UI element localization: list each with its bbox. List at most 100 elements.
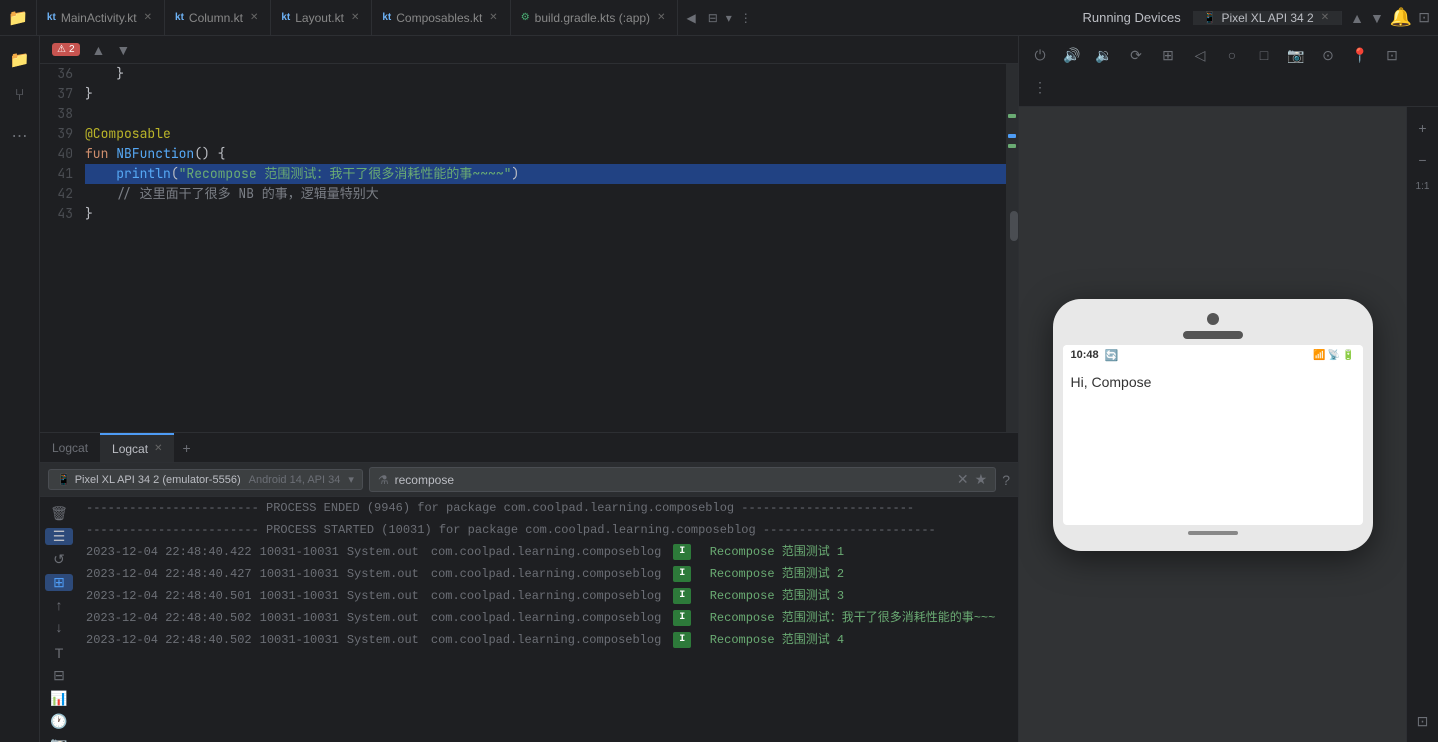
log-process-2: 10031-10031 [260,564,339,584]
project-icon[interactable]: 📁 [0,0,37,35]
phone-status-bar: 10:48 🔄 📶 📡 🔋 [1063,345,1363,366]
tab-column-close[interactable]: ✕ [248,11,260,24]
rotate-button[interactable]: ⟳ [1123,42,1149,68]
home-button[interactable]: ○ [1219,42,1245,68]
bottom-tab-logcat-1[interactable]: Logcat [40,433,100,462]
zoom-out-button[interactable]: − [1410,147,1436,173]
code-line-38: 38 [40,104,1006,124]
tab-main-activity[interactable]: kt MainActivity.kt ✕ [37,0,165,35]
line-num-42: 42 [40,184,85,204]
kt-icon-column: kt [175,12,184,23]
tab-main-activity-close[interactable]: ✕ [142,11,154,24]
sidebar-item-project[interactable]: 📁 [4,44,36,76]
bottom-tab-logcat-2[interactable]: Logcat ✕ [100,433,174,462]
tab-build-gradle[interactable]: ⚙ build.gradle.kts (:app) ✕ [511,0,679,35]
battery-icon: 🔋 [1342,350,1354,361]
expand-icon[interactable]: ⊡ [1418,9,1430,26]
location-button[interactable]: 📍 [1347,42,1373,68]
log-level-3: I [673,588,691,604]
logcat-scroll-down-button[interactable]: ↓ [45,619,73,635]
back-button[interactable]: ◁ [1187,42,1213,68]
signal-icon: 📡 [1328,350,1340,361]
phone-top [1063,309,1363,331]
pixel-icon: 📱 [1203,11,1217,24]
pixel-tab-close[interactable]: ✕ [1319,11,1331,24]
notifications-icon[interactable]: 🔔 [1390,7,1412,28]
device-select[interactable]: 📱 Pixel XL API 34 2 (emulator-5556) Andr… [48,469,363,490]
split-down-button[interactable]: ▾ [722,0,736,35]
screenshot-button[interactable]: 📷 [1283,42,1309,68]
log-pkg-2: com.coolpad.learning.composeblog [431,564,661,584]
logcat-lines[interactable]: ------------------------ PROCESS ENDED (… [78,497,1018,742]
logcat-list-view-button[interactable]: ☰ [45,528,73,545]
log-tag-2: System.out [347,564,419,584]
log-level-1: I [673,544,691,560]
chevron-up-icon[interactable]: ▲ [1350,10,1364,26]
sidebar-item-more[interactable]: ⋯ [4,120,36,152]
code-editor[interactable]: 36 } 37 } 38 39 @Composable [40,64,1006,432]
scrollbar-thumb [1010,211,1018,241]
logcat-scroll-up-button[interactable]: ↑ [45,597,73,613]
volume-up-button[interactable]: 🔊 [1059,42,1085,68]
filter-clear-button[interactable]: ✕ [957,471,969,488]
more-device-options[interactable]: ⋮ [1027,74,1053,100]
split-view-button[interactable]: ⊟ [704,0,722,35]
logcat-history-button[interactable]: 🕐 [45,713,73,730]
log-timestamp-5: 2023-12-04 22:48:40.502 [86,630,252,650]
line-num-39: 39 [40,124,85,144]
log-process-3: 10031-10031 [260,586,339,606]
gradle-icon: ⚙ [521,12,530,23]
line-num-38: 38 [40,104,85,124]
filter-help-button[interactable]: ? [1002,472,1010,488]
tab-column[interactable]: kt Column.kt ✕ [165,0,271,35]
kt-icon: kt [47,12,56,23]
device-display[interactable]: 10:48 🔄 📶 📡 🔋 Hi, Compose [1019,107,1406,742]
logcat-text-button[interactable]: T [45,645,73,661]
nav-down-button[interactable]: ▼ [112,40,134,60]
logcat-tab-close[interactable]: ✕ [154,443,162,454]
logcat-columns-button[interactable]: ⊟ [45,667,73,684]
tab-layout[interactable]: kt Layout.kt ✕ [271,0,372,35]
tab-gradle-close[interactable]: ✕ [655,11,667,24]
zoom-in-button[interactable]: + [1410,115,1436,141]
screen-split-button[interactable]: ⊞ [1155,42,1181,68]
nav-up-button[interactable]: ▲ [88,40,110,60]
top-right-area: Running Devices 📱 Pixel XL API 34 2 ✕ ▲ … [1070,7,1438,28]
power-button[interactable]: ⏻ [1027,42,1053,68]
phone-content: Hi, Compose [1063,366,1363,398]
logcat-restart-button[interactable]: ↺ [45,551,73,568]
device-sidebar-expand-button[interactable]: ⊡ [1410,708,1436,734]
add-logcat-button[interactable]: + [174,440,198,456]
logcat-filter-button[interactable]: ⊞ [45,574,73,591]
running-devices-label: Running Devices [1082,10,1180,25]
pixel-tab[interactable]: 📱 Pixel XL API 34 2 ✕ [1193,11,1342,25]
logcat-screenshot-button[interactable]: 📷 [45,736,73,742]
logcat-analytics-button[interactable]: 📊 [45,690,73,707]
collapse-editor-button[interactable]: ◀ [678,0,703,35]
tab-composables-close[interactable]: ✕ [487,11,499,24]
tab-column-label: Column.kt [189,11,243,25]
expand-device-button[interactable]: ⊡ [1379,42,1405,68]
tab-composables[interactable]: kt Composables.kt ✕ [372,0,510,35]
volume-down-button[interactable]: 🔉 [1091,42,1117,68]
sidebar-item-vcs[interactable]: ⑂ [4,80,36,112]
zoom-level: 1:1 [1416,181,1430,192]
recent-button[interactable]: □ [1251,42,1277,68]
filter-star-button[interactable]: ★ [975,471,988,488]
phone-home-bar [1188,531,1238,535]
phone-screen[interactable]: 10:48 🔄 📶 📡 🔋 Hi, Compose [1063,345,1363,525]
code-line-37: 37 } [40,84,1006,104]
chevron-down-icon[interactable]: ▼ [1370,10,1384,26]
main-area: 📁 ⑂ ⋯ ⚠ 2 ▲ ▼ 36 [0,36,1438,742]
more-icon: ⋯ [12,126,28,146]
code-content-41: println("Recompose 范围测试：我干了很多消耗性能的事~~~~"… [85,164,1006,184]
log-timestamp-3: 2023-12-04 22:48:40.501 [86,586,252,606]
log-level-2: I [673,566,691,582]
git-icon: ⑂ [15,87,25,105]
warning-badge[interactable]: ⚠ 2 [52,43,80,56]
more-options-button[interactable]: ⋮ [736,0,756,35]
record-button[interactable]: ⊙ [1315,42,1341,68]
tab-layout-close[interactable]: ✕ [349,11,361,24]
logcat-clear-button[interactable]: 🗑 [45,505,73,522]
filter-input[interactable]: ⚗ recompose ✕ ★ [369,467,996,492]
